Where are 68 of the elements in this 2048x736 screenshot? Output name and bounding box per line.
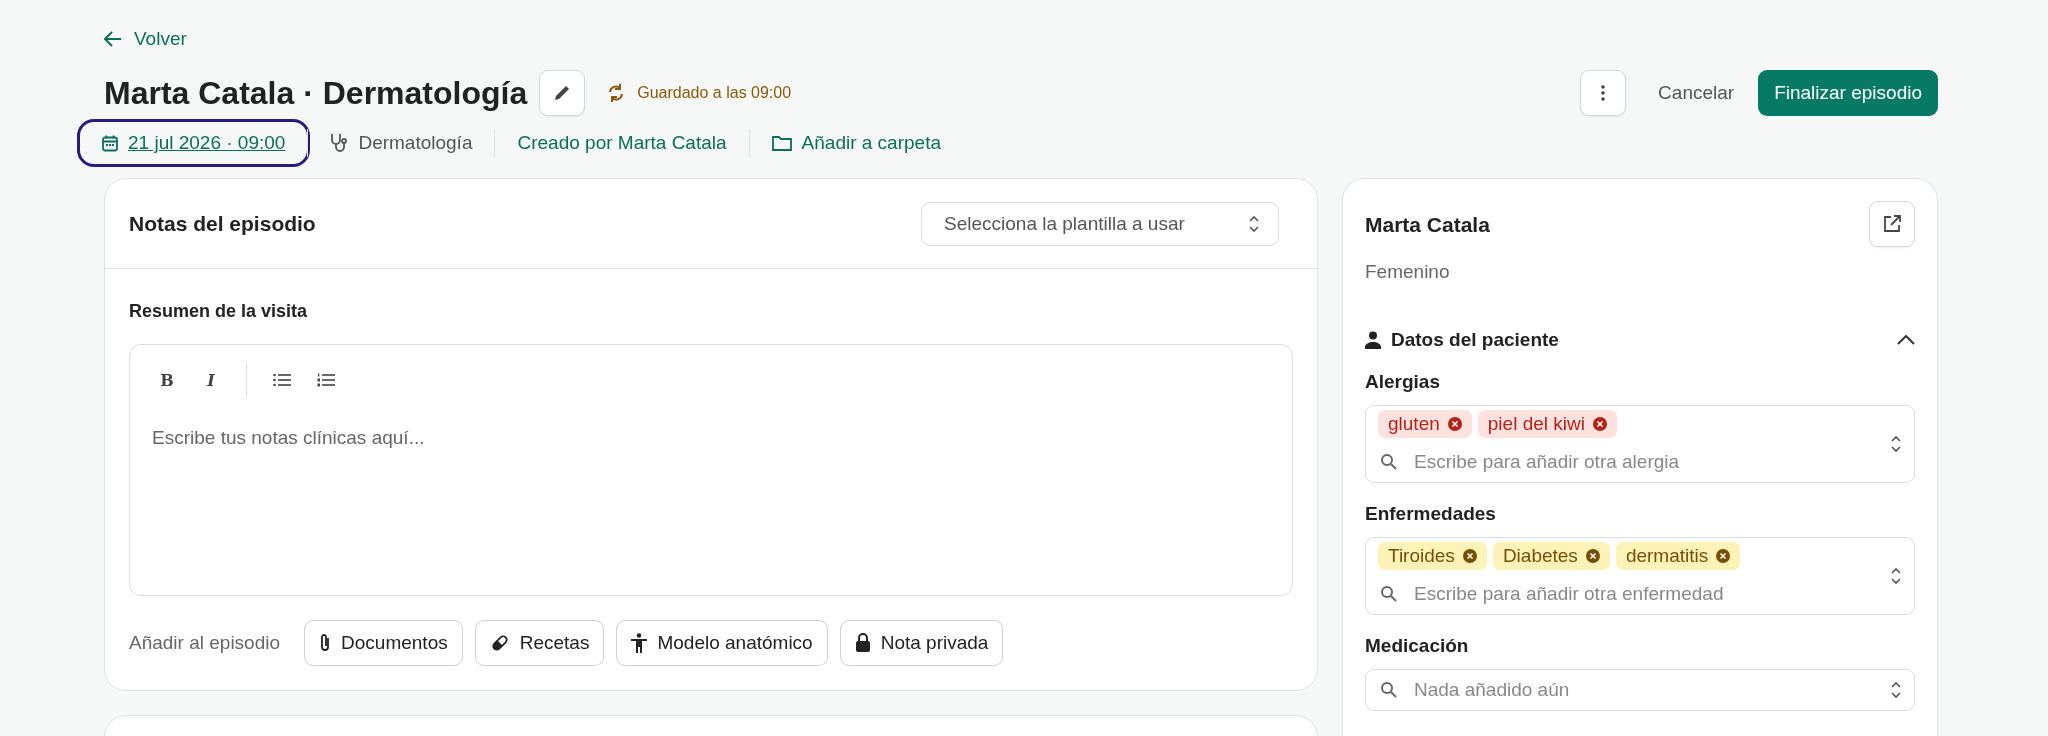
remove-icon xyxy=(1716,549,1731,563)
search-icon xyxy=(1380,585,1398,603)
stethoscope-icon xyxy=(330,133,349,153)
remove-icon xyxy=(1462,549,1477,563)
editor-placeholder: Escribe tus notas clínicas aquí... xyxy=(152,427,426,449)
save-status: Guardado a las 09:00 xyxy=(637,84,792,102)
template-select[interactable]: Selecciona la plantilla a usar xyxy=(921,201,1279,246)
more-vertical-icon xyxy=(1601,85,1606,101)
chevron-updown-icon xyxy=(1248,214,1260,233)
attach-button[interactable]: Modelo anatómico xyxy=(616,620,828,666)
meta-link[interactable]: 21 jul 2026 · 09:00 xyxy=(80,122,308,164)
attach-button[interactable]: Recetas xyxy=(474,620,605,666)
search-icon xyxy=(1380,681,1398,699)
back-link[interactable]: Volver xyxy=(104,28,187,50)
patient-sex: Femenino xyxy=(1365,261,1451,283)
finish-episode-button[interactable]: Finalizar episodio xyxy=(1758,70,1938,116)
attach-button[interactable]: Nota privada xyxy=(839,620,1004,666)
calendar-icon xyxy=(102,134,118,152)
person-icon xyxy=(1365,331,1381,349)
meta-link[interactable]: Creado por Marta Catala xyxy=(495,122,749,164)
tag: dermatitis xyxy=(1615,542,1741,570)
chevron-updown-icon xyxy=(1890,567,1902,585)
chevron-updown-icon xyxy=(1890,435,1902,453)
cancel-button[interactable]: Cancelar xyxy=(1648,82,1745,104)
search-input[interactable]: Escribe para añadir otra enfermedad xyxy=(1412,582,1888,606)
chevron-up-icon xyxy=(1897,335,1915,345)
sync-icon xyxy=(607,84,626,102)
card-title: Notas del episodio xyxy=(129,211,316,236)
field-label: Medicación xyxy=(1365,635,1470,657)
tag-input-field[interactable]: gluten piel del kiwi Escribe para añadir otra alergia xyxy=(1365,405,1915,483)
external-link-icon xyxy=(1883,215,1901,233)
pill-icon xyxy=(489,633,510,653)
tag: gluten xyxy=(1378,410,1472,438)
field-label: Enfermedades xyxy=(1365,503,1497,525)
arrow-left-icon xyxy=(104,31,122,47)
lock-icon xyxy=(854,633,871,653)
meta-link[interactable]: Dermatología xyxy=(308,122,495,164)
field-label: Alergias xyxy=(1365,371,1441,393)
tag: Diabetes xyxy=(1492,542,1610,570)
tag-input-field[interactable]: Tiroides Diabetes dermatitis Escribe para añadir otra enfermedad xyxy=(1365,537,1915,615)
folder-icon xyxy=(771,135,792,151)
pencil-icon xyxy=(553,84,572,102)
paperclip-icon xyxy=(319,633,332,653)
numbered-list-icon xyxy=(317,373,335,387)
chevron-updown-icon xyxy=(1890,681,1902,699)
remove-icon xyxy=(1592,417,1607,431)
patient-name: Marta Catala xyxy=(1365,213,1490,237)
edit-title-button[interactable] xyxy=(539,70,586,116)
meta-link[interactable]: Añadir a carpeta xyxy=(749,122,963,164)
tag: Tiroides xyxy=(1378,542,1487,570)
open-external-button[interactable] xyxy=(1869,201,1915,247)
patient-data-toggle[interactable]: Datos del paciente xyxy=(1365,329,1915,351)
remove-icon xyxy=(1585,549,1600,563)
bold-button[interactable]: B xyxy=(152,365,182,395)
bulleted-list-icon xyxy=(273,373,291,387)
search-input[interactable]: Escribe para añadir otra alergia xyxy=(1412,450,1888,474)
tag-input-field[interactable]: Nada añadido aún xyxy=(1365,669,1915,711)
section-label: Resumen de la visita xyxy=(129,301,309,322)
search-input[interactable]: Nada añadido aún xyxy=(1412,678,1888,702)
attach-label: Añadir al episodio xyxy=(129,632,281,654)
tag: piel del kiwi xyxy=(1477,410,1617,438)
remove-icon xyxy=(1447,417,1462,431)
italic-button[interactable]: I xyxy=(196,365,226,395)
person-icon xyxy=(631,633,648,653)
page-title: Marta Catala · Dermatología xyxy=(104,74,528,112)
notes-editor[interactable]: B I Escribe tus notas clínicas aquí... xyxy=(129,344,1293,596)
search-icon xyxy=(1380,453,1398,471)
attach-button[interactable]: Documentos xyxy=(304,620,463,666)
